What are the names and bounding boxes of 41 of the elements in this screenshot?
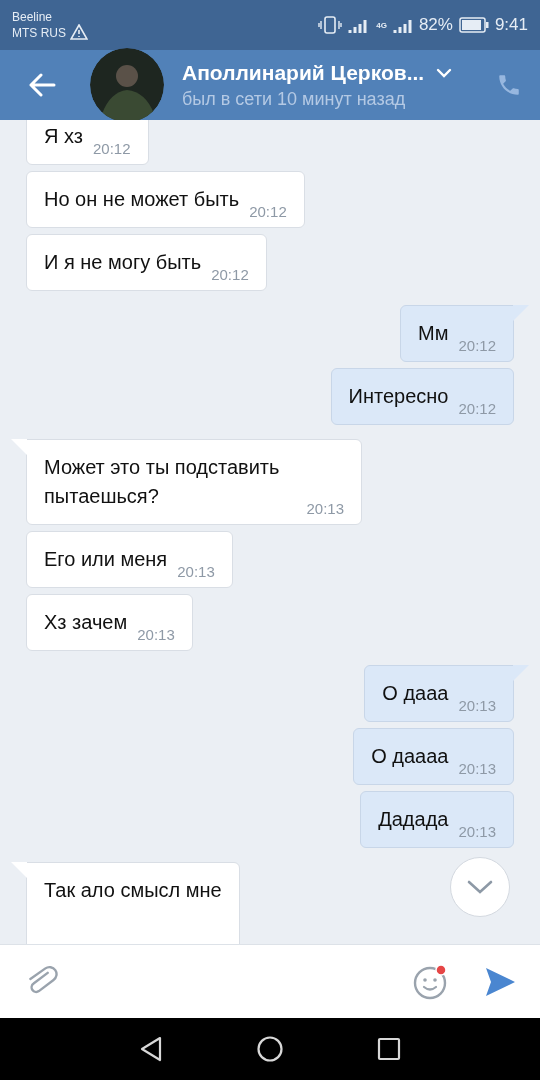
message-time: 20:13 [137,626,175,643]
message-text: Так ало смысл мне [44,878,222,903]
chevron-down-icon [466,879,494,895]
emoji-icon[interactable] [412,962,450,1001]
message-text: Но он не может быть [44,187,240,212]
message-text: Хз зачем [44,610,128,635]
message-text: Дадада [378,807,449,832]
vibrate-icon [318,15,343,35]
message-time: 20:13 [458,697,496,714]
carrier-name: Beeline [12,9,54,25]
message-time: 20:12 [458,337,496,354]
message-text: Его или меня [44,547,168,572]
chevron-down-icon[interactable] [436,67,453,78]
network-type: 4G [376,20,387,30]
contact-name[interactable]: Аполлинарий Церков... [182,60,425,85]
battery-percent: 82% [418,15,453,35]
battery-icon [458,17,489,33]
message-text: И я не могу быть [44,250,202,275]
message-time: 20:12 [458,400,496,417]
back-icon[interactable] [139,1036,163,1062]
message-time: 20:13 [458,760,496,777]
avatar[interactable] [90,48,164,122]
message-text: Интересно [348,384,449,409]
message-text: О даааа [371,744,449,769]
last-seen-status: был в сети 10 минут назад [182,88,407,110]
warning-icon [70,24,88,40]
message-text: О дааа [382,681,449,706]
message-text: Я хз [44,124,83,149]
message-text: Может это ты подставить пытаешься? [44,455,281,509]
message-time: 20:12 [92,140,131,157]
message-time: 20:13 [458,823,496,840]
message-time: 20:12 [249,203,287,220]
message-time: 20:13 [177,563,215,580]
carrier-name: MTS RUS [12,25,66,41]
send-icon[interactable] [484,965,516,998]
recents-icon[interactable] [377,1037,401,1061]
clock: 9:41 [494,15,528,35]
home-icon[interactable] [257,1036,283,1062]
message-text: Мм [418,321,449,346]
message-time: 20:13 [306,500,344,517]
message-time: 20:12 [211,266,249,283]
